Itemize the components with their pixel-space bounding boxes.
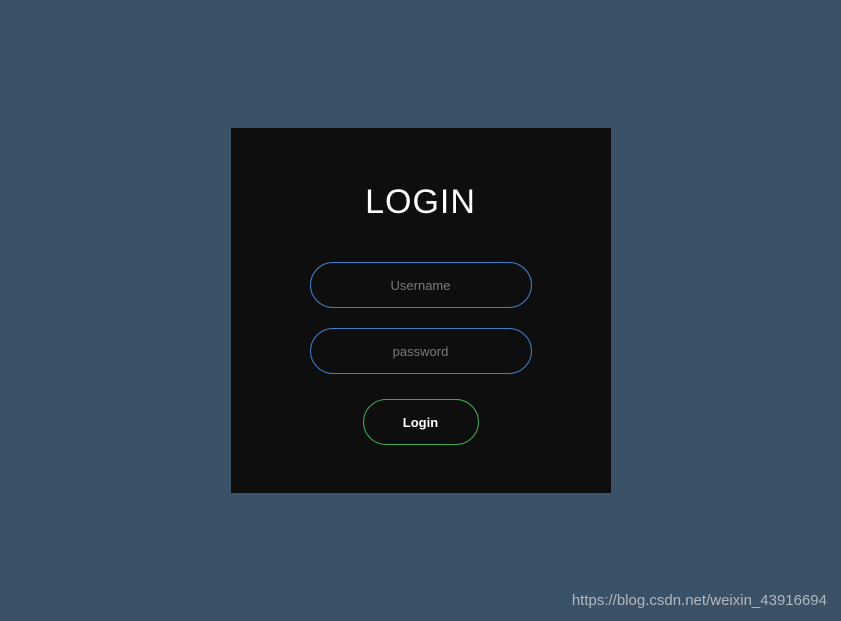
login-button[interactable]: Login bbox=[363, 399, 479, 445]
password-input[interactable] bbox=[310, 328, 532, 374]
username-input[interactable] bbox=[310, 262, 532, 308]
login-title: LOGIN bbox=[365, 183, 476, 222]
watermark-text: https://blog.csdn.net/weixin_43916694 bbox=[572, 592, 827, 609]
login-panel: LOGIN Login bbox=[231, 128, 611, 493]
